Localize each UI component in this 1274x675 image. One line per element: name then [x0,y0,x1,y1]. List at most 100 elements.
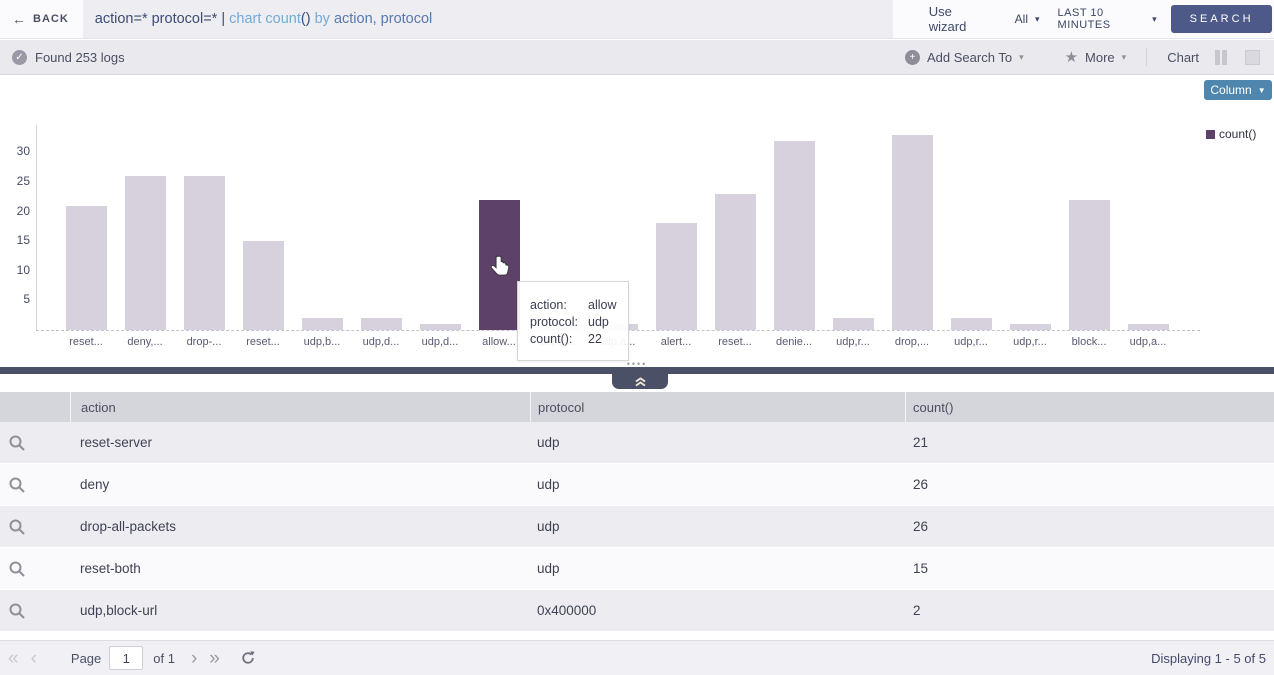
page-number-input[interactable] [109,646,143,670]
y-axis-tick-label: 30 [0,144,30,158]
tooltip-field-value: udp [588,314,609,331]
chart-bar[interactable] [184,176,225,330]
results-table: action protocol count() reset-serverudp2… [0,392,1274,632]
cell-count: 2 [905,603,1274,618]
chart-bar[interactable] [892,135,933,330]
refresh-button[interactable] [240,650,256,666]
x-axis-category-label: udp,r... [941,336,1001,348]
back-label: BACK [33,13,69,25]
search-row-button[interactable] [0,476,70,494]
last-page-button[interactable]: » [203,649,226,668]
next-page-button[interactable]: › [185,649,203,668]
chart-type-dropdown[interactable]: Column ▼ [1204,80,1272,100]
cell-protocol: udp [530,477,905,492]
chart-tooltip: action:allowprotocol:udpcount():22 [517,281,629,361]
x-axis-category-label: udp,r... [823,336,883,348]
table-header-action[interactable]: action [70,392,530,422]
table-header-protocol[interactable]: protocol [530,392,905,422]
tooltip-row: count():22 [530,331,628,348]
chart-bar[interactable] [243,241,284,330]
scope-dropdown[interactable]: All ▾ [1015,12,1040,26]
chevron-down-icon: ▼ [1258,86,1266,95]
search-row-button[interactable] [0,602,70,620]
hand-cursor-icon [489,255,510,280]
y-axis-tick-label: 5 [0,292,30,306]
magnifier-icon [8,476,26,494]
page-label: Page [71,651,101,666]
cell-action: drop-all-packets [70,519,530,534]
y-axis-tick-label: 20 [0,204,30,218]
time-range-dropdown[interactable]: LAST 10 MINUTES ▾ [1058,7,1158,31]
table-body: reset-serverudp21denyudp26drop-all-packe… [0,422,1274,632]
chart-bar[interactable] [1010,324,1051,330]
table-row[interactable]: reset-serverudp21 [0,422,1274,464]
chart-bar[interactable] [302,318,343,330]
tooltip-field-label: count(): [530,331,588,348]
chart-bar[interactable] [66,206,107,330]
previous-page-button[interactable]: ‹ [25,649,43,668]
first-page-button[interactable]: « [2,649,25,668]
double-chevron-up-icon [634,377,647,387]
table-header-icon-col [0,392,70,422]
chart-bar[interactable] [1069,200,1110,330]
cell-protocol: udp [530,435,905,450]
search-query-input[interactable]: action=* protocol=* | chart count() by a… [83,0,893,38]
tooltip-field-value: 22 [588,331,602,348]
x-axis-category-label: udp,d... [351,336,411,348]
x-axis-category-label: reset... [233,336,293,348]
add-search-to-label: Add Search To [927,50,1012,65]
magnifier-icon [8,602,26,620]
column-chart-view-icon[interactable] [1215,50,1229,65]
cell-count: 26 [905,477,1274,492]
chart-legend: count() [1206,127,1256,141]
chart-bar[interactable] [1128,324,1169,330]
chart-bar[interactable] [656,223,697,330]
x-axis-category-label: deny,... [115,336,175,348]
toolbar-divider [1044,48,1045,66]
grid-view-icon[interactable] [1245,50,1260,65]
tooltip-field-label: protocol: [530,314,588,331]
tooltip-row: action:allow [530,297,628,314]
search-row-button[interactable] [0,560,70,578]
chart-bar[interactable] [420,324,461,330]
query-segment: () [301,11,311,27]
table-row[interactable]: drop-all-packetsudp26 [0,506,1274,548]
x-axis-category-label: alert... [646,336,706,348]
chart-bar[interactable] [774,141,815,330]
y-axis-tick-label: 15 [0,233,30,247]
add-search-to-dropdown[interactable]: + Add Search To ▾ [905,50,1024,65]
chart-bar[interactable] [715,194,756,330]
chart-bar[interactable] [951,318,992,330]
x-axis-category-label: udp,b... [292,336,352,348]
magnifier-icon [8,518,26,536]
collapse-panel-button[interactable] [612,374,668,389]
more-dropdown[interactable]: ★ More ▾ [1065,48,1127,66]
search-row-button[interactable] [0,434,70,452]
displaying-status: Displaying 1 - 5 of 5 [1151,651,1274,666]
x-axis-category-label: drop,... [882,336,942,348]
app-window: ← BACK action=* protocol=* | chart count… [0,0,1274,675]
back-button[interactable]: ← BACK [0,0,83,38]
chart-bar[interactable] [361,318,402,330]
search-row-button[interactable] [0,518,70,536]
toolbar-divider [1146,48,1147,66]
table-row[interactable]: denyudp26 [0,464,1274,506]
table-row[interactable]: udp,block-url0x4000002 [0,590,1274,632]
back-arrow-icon: ← [12,11,27,27]
check-circle-icon: ✓ [12,50,27,65]
divider-bar[interactable] [0,367,1274,374]
results-toolbar: ✓ Found 253 logs + Add Search To ▾ ★ Mor… [0,40,1274,75]
table-header-count[interactable]: count() [905,392,1274,422]
cell-action: deny [70,477,530,492]
panel-divider: •••• [0,362,1274,392]
cell-action: reset-server [70,435,530,450]
found-logs-text: Found 253 logs [35,50,125,65]
x-axis-category-label: denie... [764,336,824,348]
chart-bar[interactable] [833,318,874,330]
use-wizard-link[interactable]: Use wizard [929,4,985,34]
table-row[interactable]: reset-bothudp15 [0,548,1274,590]
search-button[interactable]: SEARCH [1171,5,1272,33]
refresh-icon [240,650,256,666]
chart-bar[interactable] [125,176,166,330]
cell-count: 21 [905,435,1274,450]
